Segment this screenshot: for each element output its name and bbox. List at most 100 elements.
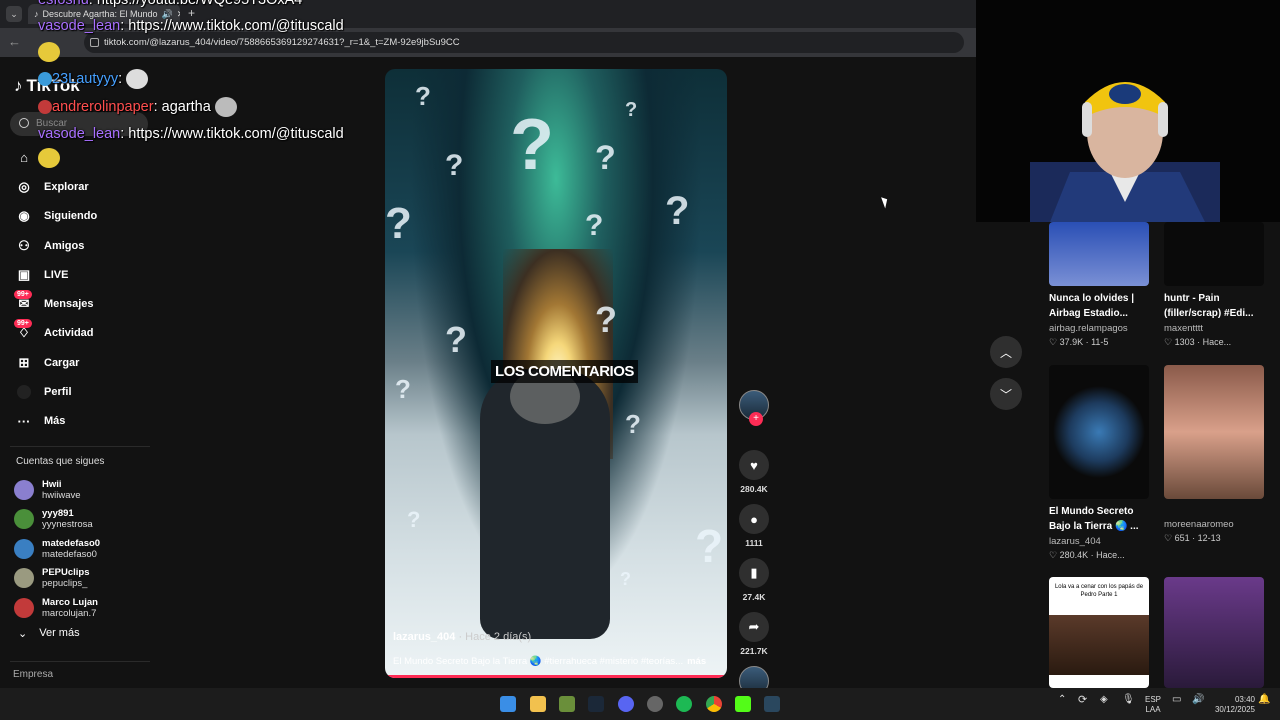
volume-icon[interactable]: 🔊 xyxy=(1192,695,1204,705)
sidebar-item-label: Más xyxy=(44,415,66,428)
shield-icon[interactable]: ◈ xyxy=(1100,695,1108,705)
sidebar-item-actividad[interactable]: ♢ 99+ Actividad xyxy=(0,319,160,348)
spotify-icon[interactable] xyxy=(676,696,692,712)
share-icon[interactable]: ➦ xyxy=(739,612,769,642)
sidebar-item-siguiendo[interactable]: ◉ Siguiendo xyxy=(0,202,160,231)
comment-icon[interactable]: ● xyxy=(739,504,769,534)
recommendation-thumbnail[interactable] xyxy=(1049,222,1149,286)
video-author-name[interactable]: lazarus_404 xyxy=(393,631,455,643)
recommendation-title[interactable]: El Mundo Secreto Bajo la Tierra 🌏 ... xyxy=(1049,504,1144,534)
windows-start-icon[interactable] xyxy=(500,696,516,712)
language-indicator[interactable]: ESP LAA xyxy=(1144,695,1162,715)
chat-message: vasode_lean: https://www.tiktok.com/@tit… xyxy=(38,18,344,34)
recommendation-user[interactable]: airbag.relampagos xyxy=(1049,323,1128,334)
recommendation-title[interactable]: huntr - Pain (filler/scrap) #Edi... xyxy=(1164,291,1259,321)
sidebar-item-label: Amigos xyxy=(44,239,85,252)
steam-alt-icon[interactable] xyxy=(764,696,780,712)
recommendation-user[interactable]: lazarus_404 xyxy=(1049,536,1101,547)
activity-icon: ♢ 99+ xyxy=(14,319,32,341)
recommendation-thumbnail[interactable]: Lola va a cenar con los papás de Pedro P… xyxy=(1049,577,1149,688)
previous-video-button[interactable]: ︿ xyxy=(990,336,1022,368)
following-item[interactable]: Hwii hwiiwave xyxy=(14,475,100,505)
question-mark-icon: ? xyxy=(595,299,617,340)
video-description-text: El Mundo Secreto Bajo la Tierra 🌏 #tierr… xyxy=(393,656,684,667)
network-icon[interactable]: ▭ xyxy=(1172,695,1181,705)
recommendation-thumbnail[interactable] xyxy=(1164,222,1264,286)
see-more-button[interactable]: ⌄ Ver más xyxy=(18,627,80,640)
emote-icon xyxy=(214,97,237,117)
chat-username: vasode_lean xyxy=(38,18,121,34)
recommendation-user[interactable]: maxentttt xyxy=(1164,323,1203,334)
recommendation-thumbnail[interactable] xyxy=(1049,365,1149,499)
share-button[interactable]: ➦ 221.7K xyxy=(735,612,773,656)
sidebar-item-perfil[interactable]: Perfil xyxy=(0,377,160,406)
steam-icon[interactable] xyxy=(588,696,604,712)
footer-link[interactable]: Empresa xyxy=(13,669,53,680)
next-video-button[interactable]: ﹀ xyxy=(990,378,1022,410)
bookmark-icon[interactable]: ▮ xyxy=(739,558,769,588)
video-actions: + ♥ 280.4K ● 1111 ▮ 27.4K ➦ 221.7K xyxy=(735,390,773,706)
badge-icon xyxy=(38,100,52,114)
windows-taskbar: ⌃ ⟳ ◈ 🎙 ESP LAA ▭ 🔊 03:40 30/12/2025 🔔 xyxy=(0,688,1280,720)
recommendation-stats: ♡ 651 · 12-13 xyxy=(1164,533,1221,543)
comment-button[interactable]: ● 1111 xyxy=(735,504,773,548)
sidebar-item-mas[interactable]: ··· Más xyxy=(0,407,160,436)
kick-icon[interactable] xyxy=(735,696,751,712)
discord-icon[interactable] xyxy=(618,696,634,712)
like-button[interactable]: ♥ 280.4K xyxy=(735,450,773,494)
chrome-icon[interactable] xyxy=(706,696,722,712)
question-mark-icon: ? xyxy=(445,319,467,360)
back-arrow-icon[interactable]: ← xyxy=(8,34,21,49)
sidebar-item-amigos[interactable]: ⚇ Amigos xyxy=(0,231,160,260)
profile-icon xyxy=(16,384,32,400)
divider xyxy=(10,661,150,662)
obs-icon[interactable] xyxy=(647,696,663,712)
save-button[interactable]: ▮ 27.4K xyxy=(735,558,773,602)
emote-icon xyxy=(38,42,60,62)
more-icon: ··· xyxy=(17,413,31,429)
language-layout: LAA xyxy=(1145,705,1161,714)
recommendation-user[interactable]: moreenaaromeo xyxy=(1164,519,1234,530)
chat-emote-line xyxy=(38,42,60,62)
question-mark-icon: ? xyxy=(385,199,412,248)
sidebar-item-para-ti[interactable]: ⌂ xyxy=(0,143,160,172)
sidebar-item-cargar[interactable]: ⊞ Cargar xyxy=(0,348,160,377)
recommendation-thumbnail[interactable] xyxy=(1164,577,1264,688)
video-player[interactable]: ? ? ? ? ? ? ? ? ? ? ? ? ? ? ? LOS COMENT… xyxy=(385,69,727,678)
emote-icon xyxy=(126,69,149,89)
video-author[interactable]: lazarus_404 · Hace 2 día(s) xyxy=(393,631,531,643)
video-progress-bar[interactable] xyxy=(385,675,727,678)
notification-bell-icon[interactable]: 🔔 xyxy=(1258,695,1270,705)
clock[interactable]: 03:40 30/12/2025 xyxy=(1207,695,1255,715)
chat-text: : https://www.tiktok.com/@tituscald xyxy=(120,126,344,142)
following-item[interactable]: Marco Lujan marcolujan.7 xyxy=(14,593,100,623)
follow-plus-icon[interactable]: + xyxy=(749,412,763,426)
author-avatar[interactable]: + xyxy=(739,390,769,426)
sync-icon[interactable]: ⟳ xyxy=(1078,695,1087,706)
url-field[interactable]: tiktok.com/@lazarus_404/video/7588665369… xyxy=(84,32,964,53)
compass-icon: ◎ xyxy=(18,178,30,194)
chevron-down-icon: ﹀ xyxy=(999,387,1012,402)
file-explorer-icon[interactable] xyxy=(530,696,546,712)
sidebar-item-explorar[interactable]: ◎ Explorar xyxy=(0,172,160,201)
sidebar-item-mensajes[interactable]: ✉ 99+ Mensajes xyxy=(0,289,160,318)
following-item[interactable]: yyy891 yyynestrosa xyxy=(14,505,100,535)
following-item[interactable]: PEPUclips pepuclips_ xyxy=(14,564,100,594)
sidebar-item-live[interactable]: ▣ LIVE xyxy=(0,260,160,289)
save-count: 27.4K xyxy=(742,592,766,602)
recommendation-thumbnail[interactable] xyxy=(1164,365,1264,499)
heart-icon[interactable]: ♥ xyxy=(739,450,769,480)
chevron-up-icon[interactable]: ⌃ xyxy=(1058,695,1066,705)
recommendation-title[interactable]: Nunca lo olvides | Airbag Estadio... xyxy=(1049,291,1144,321)
recommendation-stats: ♡ 280.4K · Hace... xyxy=(1049,550,1125,560)
minecraft-icon[interactable] xyxy=(559,696,575,712)
emote-icon xyxy=(38,148,60,168)
chevron-up-icon: ︿ xyxy=(999,345,1012,360)
following-item[interactable]: matedefaso0 matedefaso0 xyxy=(14,534,100,564)
microphone-icon[interactable]: 🎙 xyxy=(1122,695,1135,705)
more-button[interactable]: más xyxy=(687,656,706,667)
chat-text: : agartha xyxy=(153,98,211,115)
site-info-icon[interactable] xyxy=(90,38,99,47)
video-time: · Hace 2 día(s) xyxy=(455,631,532,643)
tab-list-button[interactable]: ⌄ xyxy=(6,6,22,22)
